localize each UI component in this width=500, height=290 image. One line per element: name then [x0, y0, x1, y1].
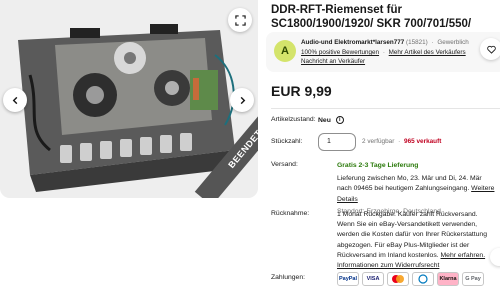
expand-image-button[interactable] [228, 8, 252, 32]
seller-name[interactable]: Audio-und Elektromarkt*larsen777 [301, 39, 404, 46]
delivery-estimate: Lieferung zwischen Mo, 23. Mär und Di, 2… [337, 175, 482, 193]
quantity-input[interactable]: 1 [318, 133, 356, 151]
seller-card: A Audio-und Elektromarkt*larsen777 (1582… [266, 32, 500, 72]
shipping-value: Gratis 2-3 Tage Lieferung Lieferung zwis… [337, 161, 497, 217]
condition-value-row: Neu i [318, 116, 478, 126]
condition-value: Neu [318, 117, 331, 124]
contact-seller-link[interactable]: Nachricht an Verkäufer [301, 58, 365, 65]
googlepay-logo: G Pay [462, 272, 484, 286]
available-count: 2 verfügbar [362, 138, 395, 145]
returns-label: Rücknahme: [271, 210, 310, 217]
diners-logo [412, 272, 434, 286]
payment-methods: PayPal VISA Klarna G Pay [337, 272, 484, 286]
next-image-button[interactable] [230, 88, 254, 112]
condition-label: Artikelzustand: [271, 116, 316, 123]
diners-icon [418, 274, 428, 284]
mastercard-icon [392, 275, 404, 283]
withdrawal-info-link[interactable]: Informationen zum Widerrufsrecht [337, 261, 497, 271]
chevron-left-icon [12, 96, 17, 104]
payments-label: Zahlungen: [271, 274, 306, 281]
expand-icon [234, 14, 246, 26]
klarna-logo: Klarna [437, 272, 459, 286]
seller-avatar[interactable]: A [274, 40, 296, 62]
shipping-label: Versand: [271, 161, 298, 168]
quantity-availability: 2 verfügbar · 965 verkauft [362, 138, 442, 145]
free-shipping: Gratis 2-3 Tage Lieferung [337, 162, 419, 169]
price: EUR 9,99 [271, 83, 332, 99]
seller-links: 100% positive Bewertungen · Mehr Artikel… [301, 49, 466, 56]
more-items-link[interactable]: Mehr Artikel des Verkäufers [389, 49, 466, 56]
seller-feedback-count: (15821) [405, 39, 428, 46]
divider [271, 108, 500, 109]
info-icon[interactable]: i [335, 116, 344, 125]
visa-logo: VISA [362, 272, 384, 286]
image-gallery[interactable]: BEENDET [0, 0, 258, 198]
listing-title: DDR-RFT-Riemenset für SC1800/1900/1920/ … [271, 4, 472, 30]
seller-type: Gewerblich [437, 39, 469, 46]
quantity-label: Stückzahl: [271, 138, 303, 145]
sold-count: 965 verkauft [404, 138, 442, 145]
chevron-right-icon [240, 96, 245, 104]
watch-button[interactable] [480, 38, 500, 60]
seller-header: Audio-und Elektromarkt*larsen777 (15821)… [301, 39, 469, 46]
learn-more-link[interactable]: Mehr erfahren. [441, 252, 486, 259]
positive-feedback-link[interactable]: 100% positive Bewertungen [301, 49, 379, 56]
mastercard-logo [387, 272, 409, 286]
returns-value: 1 Monat Rückgabe. Käufer zahlt Rückversa… [337, 210, 497, 271]
heart-icon [486, 45, 496, 54]
paypal-logo: PayPal [337, 272, 359, 286]
previous-image-button[interactable] [3, 88, 27, 112]
